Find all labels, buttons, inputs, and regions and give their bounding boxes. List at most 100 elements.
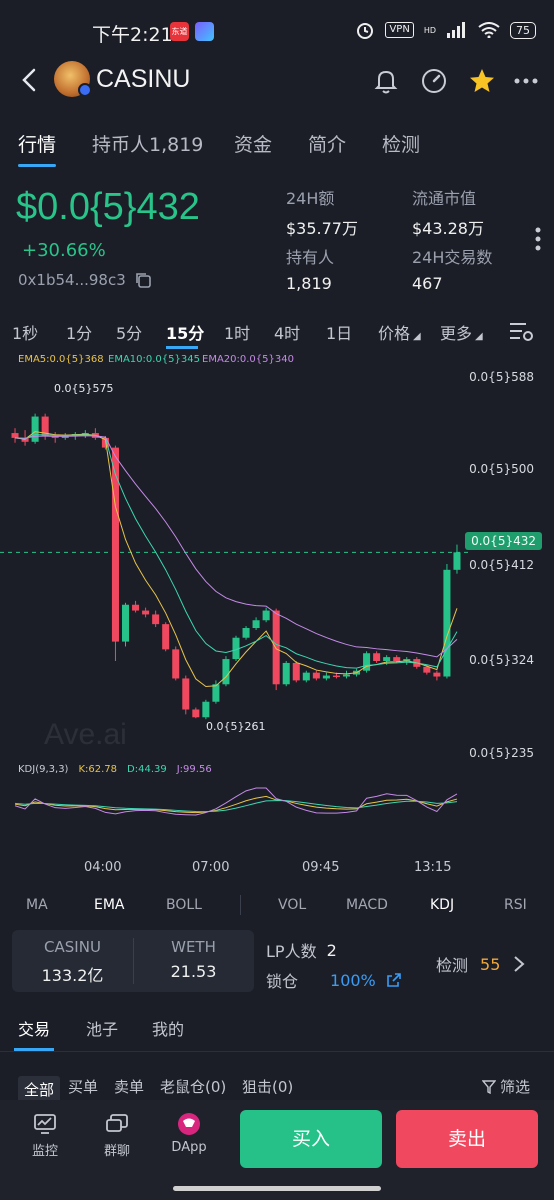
- chat-icon: [106, 1114, 128, 1132]
- pool-token-a: CASINU 133.2亿: [12, 938, 133, 986]
- check-score[interactable]: 检测 55: [436, 952, 526, 976]
- stat-volume: 24H额 $35.77万: [286, 185, 358, 239]
- buy-button[interactable]: 买入: [240, 1110, 382, 1168]
- tab-pools[interactable]: 池子: [86, 1016, 118, 1040]
- filter-all[interactable]: 全部: [18, 1076, 61, 1103]
- gauge-icon[interactable]: [420, 67, 448, 95]
- tab-market[interactable]: 行情: [18, 130, 56, 157]
- chart-settings-icon[interactable]: [508, 320, 534, 344]
- filter-snipe[interactable]: 狙击(0): [242, 1076, 293, 1097]
- current-price-tag: 0.0{5}432: [465, 532, 542, 550]
- divider: [240, 895, 241, 915]
- tab-intro[interactable]: 简介: [308, 130, 346, 157]
- x-tick: 04:00: [84, 860, 122, 875]
- stat-label: 24H交易数: [412, 248, 493, 267]
- filter-sell[interactable]: 卖单: [114, 1076, 144, 1097]
- low-label: 0.0{5}261: [206, 720, 266, 733]
- more-dots-icon[interactable]: [512, 67, 540, 95]
- candle-up: [342, 674, 351, 677]
- lock-label: 锁仓: [266, 972, 299, 991]
- nav-dapp-label: DApp: [171, 1140, 207, 1155]
- nav-monitor[interactable]: 监控: [20, 1112, 70, 1159]
- tab-funds[interactable]: 资金: [234, 130, 272, 157]
- pool-token-b: WETH 21.53: [133, 938, 254, 981]
- check-value: 55: [480, 954, 501, 974]
- stat-value: 1,819: [286, 274, 332, 293]
- candle-up: [262, 610, 270, 621]
- sell-button[interactable]: 卖出: [396, 1110, 538, 1168]
- kdj-legend: KDJ(9,3,3) K:62.78 D:44.39 J:99.56: [18, 764, 212, 775]
- ind-boll[interactable]: BOLL: [166, 897, 202, 913]
- app-badge-icon: 东道: [170, 22, 189, 41]
- candle-down: [192, 709, 200, 718]
- tab-trades[interactable]: 交易: [18, 1016, 50, 1040]
- x-tick: 09:45: [302, 860, 340, 875]
- y-tick: 0.0{5}500: [469, 462, 534, 476]
- current-price: $0.0{5}432: [16, 186, 200, 228]
- status-icons: VPN HD 75: [355, 20, 536, 40]
- candle-down: [272, 610, 280, 685]
- more-dropdown[interactable]: 更多 ◢: [440, 320, 483, 344]
- candle-down: [172, 649, 180, 679]
- kdj-k-line: [14, 795, 458, 814]
- interval-1s[interactable]: 1秒: [12, 320, 38, 344]
- interval-1m[interactable]: 1分: [66, 320, 92, 344]
- wifi-icon: [478, 22, 500, 38]
- interval-5m[interactable]: 5分: [116, 320, 142, 344]
- filter-buy[interactable]: 买单: [68, 1076, 98, 1097]
- candle-down: [393, 657, 401, 661]
- candle-up: [302, 672, 310, 681]
- ind-kdj[interactable]: KDJ: [430, 897, 454, 913]
- chevron-right-icon: [514, 956, 525, 972]
- filter-rat[interactable]: 老鼠仓(0): [160, 1076, 226, 1097]
- x-tick: 13:15: [414, 860, 452, 875]
- candle-down: [373, 653, 381, 661]
- ind-ma[interactable]: MA: [26, 897, 48, 913]
- copy-icon[interactable]: [134, 271, 152, 289]
- ema20-line: [15, 435, 458, 658]
- kdj-d: D:44.39: [127, 764, 167, 775]
- lock-info[interactable]: 锁仓 100%: [266, 968, 402, 992]
- tab-mine[interactable]: 我的: [152, 1016, 184, 1040]
- stat-label: 24H额: [286, 189, 335, 208]
- back-arrow-icon[interactable]: [18, 67, 42, 93]
- lp-value: 2: [326, 940, 337, 960]
- stat-value: $35.77万: [286, 219, 358, 238]
- ind-macd[interactable]: MACD: [346, 897, 388, 913]
- app-badge-icon-2: [195, 22, 214, 41]
- lock-value: 100%: [330, 970, 376, 990]
- bottom-nav: 监控 群聊 DApp 买入 卖出: [0, 1100, 554, 1200]
- vertical-more-icon[interactable]: [528, 226, 548, 252]
- candle-up: [252, 620, 260, 629]
- nav-dapp[interactable]: DApp: [164, 1112, 214, 1155]
- ind-ema[interactable]: EMA: [94, 897, 125, 913]
- tab-check[interactable]: 检测: [382, 130, 420, 157]
- interval-1h[interactable]: 1时: [224, 320, 250, 344]
- star-favorite-icon[interactable]: [468, 67, 496, 95]
- ind-vol[interactable]: VOL: [278, 897, 306, 913]
- price-dropdown[interactable]: 价格 ◢: [378, 320, 421, 344]
- tab-active-indicator: [18, 164, 56, 167]
- interval-15m[interactable]: 15分: [166, 320, 204, 344]
- interval-1d[interactable]: 1日: [326, 320, 352, 344]
- candle-down: [132, 604, 140, 611]
- bell-icon[interactable]: [372, 67, 400, 95]
- nav-group[interactable]: 群聊: [92, 1112, 142, 1159]
- y-tick: 0.0{5}412: [469, 558, 534, 572]
- tab-holders[interactable]: 持币人1,819: [92, 130, 203, 157]
- candle-down: [152, 614, 160, 625]
- candle-down: [142, 610, 150, 615]
- chart-canvas[interactable]: [0, 348, 554, 878]
- interval-4h[interactable]: 4时: [274, 320, 300, 344]
- vpn-badge: VPN: [385, 22, 414, 38]
- alarm-icon: [357, 23, 374, 39]
- kdj-j: J:99.56: [176, 764, 212, 775]
- candle-down: [182, 678, 190, 710]
- pool-token-a-name: CASINU: [44, 938, 101, 956]
- price-change: +30.66%: [22, 240, 106, 261]
- filter-button[interactable]: 筛选: [482, 1076, 530, 1097]
- main-tabs: 行情 持币人1,819 资金 简介 检测: [0, 118, 554, 168]
- ind-rsi[interactable]: RSI: [504, 897, 527, 913]
- stat-label: 持有人: [286, 248, 335, 267]
- candlestick-chart[interactable]: EMA5:0.0{5}368 EMA10:0.0{5}345 EMA20:0.0…: [0, 348, 554, 878]
